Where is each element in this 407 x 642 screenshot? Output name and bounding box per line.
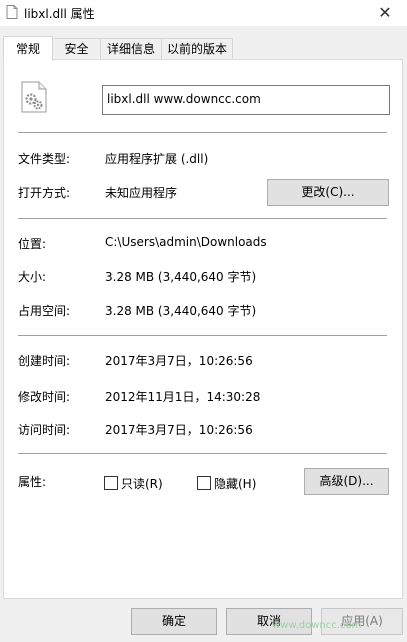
readonly-checkbox[interactable] [104,476,118,490]
disk-size-label: 占用空间: [18,304,71,318]
size-value: 3.28 MB (3,440,640 字节) [105,270,257,284]
hidden-label[interactable]: 隐藏(H) [214,475,256,492]
separator [18,335,387,336]
file-type-label: 文件类型: [18,152,71,166]
general-panel: libxl.dll www.downcc.com 文件类型: 应用程序扩展 (.… [3,59,403,599]
file-type-value: 应用程序扩展 (.dll) [105,152,209,166]
readonly-label[interactable]: 只读(R) [121,475,163,492]
separator [18,218,387,219]
open-with-value: 未知应用程序 [105,186,178,200]
tab-details[interactable]: 详细信息 [100,38,162,60]
close-icon[interactable]: ✕ [363,0,407,26]
ok-button[interactable]: 确定 [131,608,217,635]
created-value: 2017年3月7日，10:26:56 [105,354,253,368]
location-value: C:\Users\admin\Downloads [105,235,267,249]
attributes-label: 属性: [18,475,47,489]
change-button[interactable]: 更改(C)... [267,179,389,206]
accessed-value: 2017年3月7日，10:26:56 [105,423,253,437]
disk-size-value: 3.28 MB (3,440,640 字节) [105,304,257,318]
file-name-field[interactable]: libxl.dll www.downcc.com [102,85,390,115]
separator [18,132,387,133]
tab-previous-versions[interactable]: 以前的版本 [161,38,233,60]
accessed-label: 访问时间: [18,423,71,437]
dll-file-icon [21,81,47,113]
hidden-checkbox[interactable] [197,476,211,490]
file-name-text: libxl.dll www.downcc.com [107,92,261,106]
advanced-button[interactable]: 高级(D)... [304,468,389,495]
separator [18,453,387,454]
tab-security[interactable]: 安全 [52,38,101,60]
modified-label: 修改时间: [18,390,71,404]
title-bar: libxl.dll 属性 ✕ [0,0,407,26]
size-label: 大小: [18,270,47,284]
window-title: libxl.dll 属性 [24,7,95,21]
created-label: 创建时间: [18,354,71,368]
tab-general[interactable]: 常规 [3,36,53,61]
open-with-label: 打开方式: [18,186,71,200]
file-icon [6,5,18,19]
location-label: 位置: [18,237,47,251]
watermark: www.downcc.com [272,620,362,631]
modified-value: 2012年11月1日，14:30:28 [105,390,261,404]
